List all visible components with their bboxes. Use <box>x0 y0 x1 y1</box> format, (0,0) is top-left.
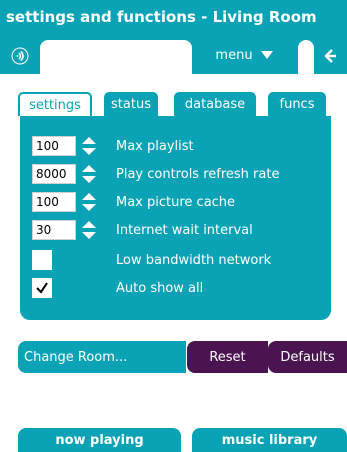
tab-database[interactable]: database <box>174 92 256 116</box>
now-playing-label: now playing <box>55 432 144 448</box>
auto-show-all-checkbox[interactable] <box>32 278 52 298</box>
wait-interval-input[interactable]: 30 <box>32 220 76 240</box>
change-room-button[interactable]: Change Room... <box>18 341 186 373</box>
setting-label: Max playlist <box>116 138 194 154</box>
menu-button[interactable]: menu <box>194 40 294 70</box>
setting-row: 30 Internet wait interval <box>32 220 322 240</box>
spinner-arrows-icon[interactable] <box>80 136 98 156</box>
tab-database-label: database <box>184 96 246 112</box>
tab-bar: settings status database funcs <box>18 92 329 116</box>
title-bar: settings and functions - Living Room <box>0 0 347 36</box>
caret-down-icon <box>260 51 273 59</box>
toolbar-tab-bg-right <box>298 40 314 74</box>
setting-label: Play controls refresh rate <box>116 166 280 182</box>
defaults-label: Defaults <box>280 349 335 365</box>
setting-label: Max picture cache <box>116 194 236 210</box>
speaker-icon <box>11 47 29 65</box>
setting-row: Auto show all <box>32 278 322 298</box>
defaults-button[interactable]: Defaults <box>268 341 347 373</box>
picture-cache-input[interactable]: 100 <box>32 192 76 212</box>
music-library-label: music library <box>221 432 318 448</box>
change-room-label: Change Room... <box>24 349 128 365</box>
tab-settings-label: settings <box>29 97 81 113</box>
back-button[interactable] <box>316 42 344 70</box>
spinner-arrows-icon[interactable] <box>80 192 98 212</box>
setting-label: Internet wait interval <box>116 222 253 238</box>
back-arrow-icon <box>324 49 336 63</box>
menu-label: menu <box>215 47 253 63</box>
setting-row: 8000 Play controls refresh rate <box>32 164 322 184</box>
spinner-arrows-icon[interactable] <box>80 220 98 240</box>
now-playing-tab[interactable]: now playing <box>18 428 181 452</box>
spinner-arrows-icon[interactable] <box>80 164 98 184</box>
setting-row: 100 Max playlist <box>32 136 322 156</box>
music-library-tab[interactable]: music library <box>192 428 347 452</box>
low-bandwidth-checkbox[interactable] <box>32 250 52 270</box>
setting-row: 100 Max picture cache <box>32 192 322 212</box>
tab-settings[interactable]: settings <box>18 92 92 116</box>
tab-status[interactable]: status <box>104 92 158 116</box>
setting-row: Low bandwidth network <box>32 250 322 270</box>
refresh-rate-input[interactable]: 8000 <box>32 164 76 184</box>
max-playlist-input[interactable]: 100 <box>32 136 76 156</box>
speaker-button[interactable] <box>6 42 34 70</box>
tab-status-label: status <box>111 96 151 112</box>
settings-panel: 100 Max playlist 8000 Play controls refr… <box>20 116 331 320</box>
tab-funcs[interactable]: funcs <box>268 92 326 116</box>
tab-funcs-label: funcs <box>279 96 315 112</box>
reset-button[interactable]: Reset <box>187 341 268 373</box>
toolbar-tab-bg-left <box>40 40 192 74</box>
checkmark-icon <box>36 282 48 294</box>
toolbar: menu <box>0 36 347 74</box>
reset-label: Reset <box>209 349 246 365</box>
setting-label: Low bandwidth network <box>116 252 272 268</box>
setting-label: Auto show all <box>116 280 204 296</box>
window-title: settings and functions - Living Room <box>6 8 317 26</box>
